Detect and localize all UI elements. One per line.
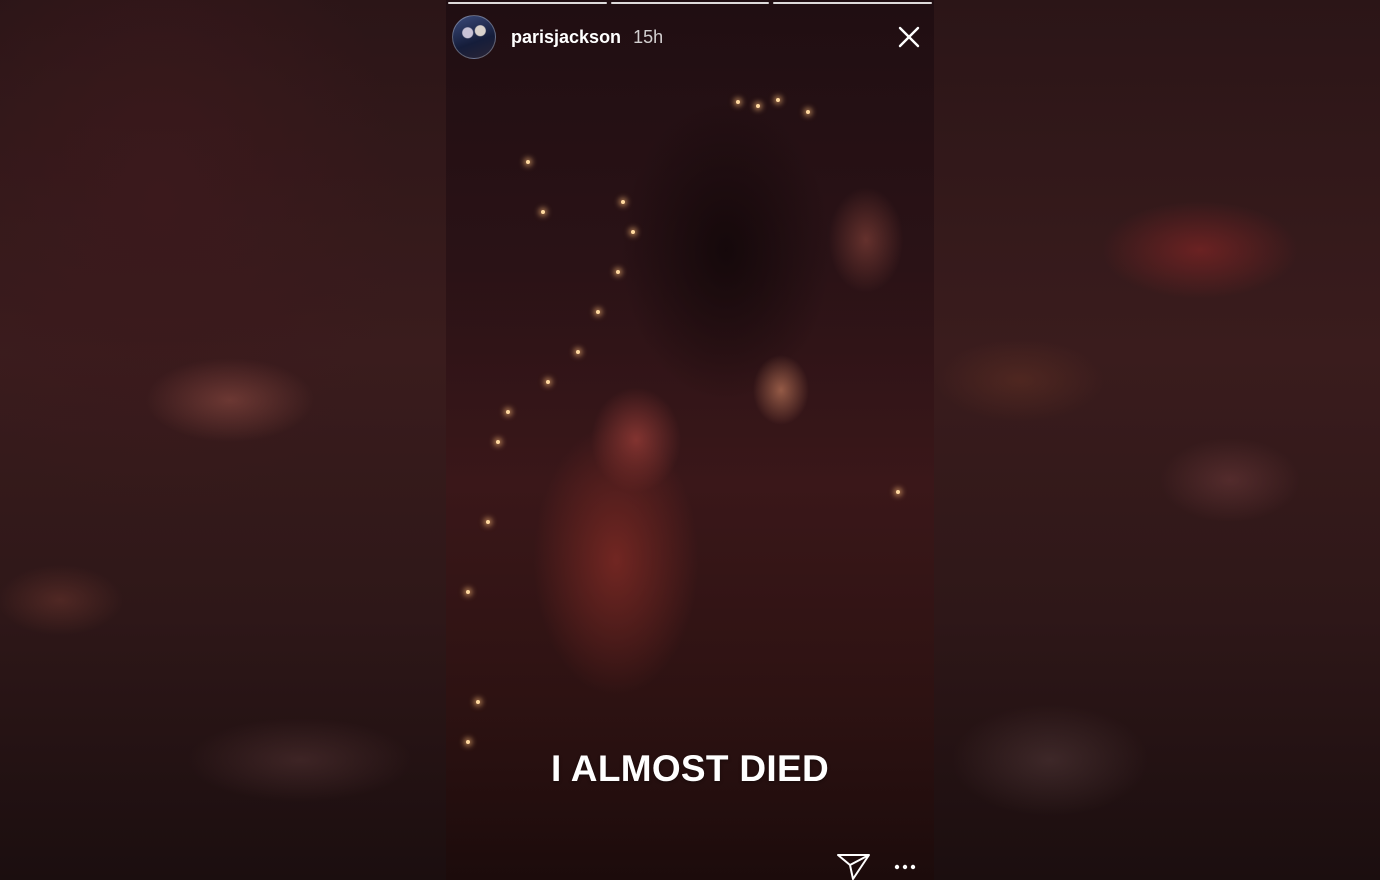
- progress-segment: [610, 2, 770, 4]
- progress-segment: [773, 2, 933, 4]
- story-panel[interactable]: parisjackson 15h I ALMOST DIED: [446, 0, 934, 880]
- story-footer: [446, 850, 934, 880]
- send-direct-icon: [837, 854, 870, 880]
- more-options-icon: [894, 864, 916, 870]
- send-button[interactable]: [836, 850, 872, 880]
- close-button[interactable]: [896, 24, 922, 50]
- story-header: parisjackson 15h: [452, 15, 926, 59]
- story-viewer: parisjackson 15h I ALMOST DIED: [0, 0, 1380, 880]
- progress-segment: [448, 2, 607, 4]
- timestamp: 15h: [633, 26, 664, 47]
- story-progress-bar: [446, 2, 934, 4]
- profile-avatar[interactable]: [452, 15, 496, 59]
- username[interactable]: parisjackson: [511, 27, 621, 48]
- more-options-button[interactable]: [893, 860, 917, 872]
- close-icon: [898, 26, 920, 48]
- story-caption: I ALMOST DIED: [551, 748, 829, 789]
